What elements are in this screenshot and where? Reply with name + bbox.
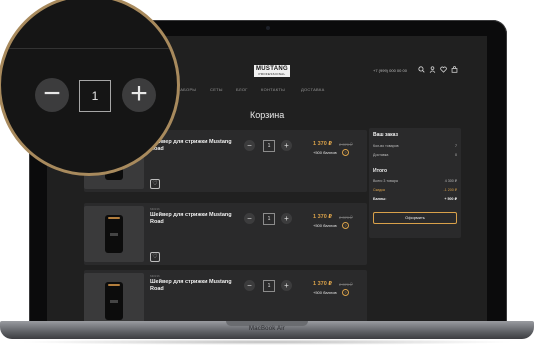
- row-label: Кол-во товаров: [373, 144, 399, 148]
- phone-number[interactable]: +7 (999) 000 00 00: [373, 68, 407, 73]
- row-value: 4 300 ₽: [444, 179, 457, 183]
- nav-item-blog[interactable]: БЛОГ: [236, 87, 248, 92]
- summary-row-count: Кол-во товаров 7: [373, 144, 457, 148]
- total-row-discount: Скидка -1 200 ₽: [373, 188, 457, 192]
- bonus-points: +500 баллов: [313, 223, 337, 228]
- quantity-stepper: − 1 +: [244, 213, 294, 225]
- row-value: -1 200 ₽: [443, 188, 457, 192]
- laptop-shadow: [18, 339, 516, 345]
- divider: [1, 48, 177, 49]
- bonus-points: +500 баллов: [313, 150, 337, 155]
- page-title: Корзина: [250, 110, 285, 120]
- old-price: 2 370 ₽: [339, 215, 353, 220]
- product-name[interactable]: Шейвер для стрижки Mustang Road: [150, 212, 240, 226]
- bag-icon[interactable]: [451, 66, 458, 73]
- nav-item-contacts[interactable]: КОНТАКТЫ: [261, 87, 285, 92]
- minus-button[interactable]: −: [35, 78, 69, 112]
- info-icon[interactable]: ?: [342, 222, 349, 229]
- total-row-bonus: Баллы: + 500 ₽: [373, 197, 457, 201]
- heart-icon[interactable]: [440, 66, 447, 73]
- nav-item-delivery[interactable]: ДОСТАВКА: [301, 87, 325, 92]
- product-code: MR236: [150, 274, 160, 278]
- minus-button[interactable]: −: [244, 213, 255, 224]
- summary-row-delivery: Доставка 0: [373, 153, 457, 157]
- magnifier: − 1 +: [0, 0, 180, 176]
- row-value: 7: [455, 144, 457, 148]
- total-row-subtotal: Всего 3 товара 4 300 ₽: [373, 179, 457, 183]
- row-label: Всего 3 товара: [373, 179, 398, 183]
- checkout-button[interactable]: Оформить: [373, 212, 457, 224]
- row-label: Доставка: [373, 153, 389, 157]
- total-heading: Итого: [373, 168, 388, 174]
- logo-subtext: PROFESSIONAL: [258, 72, 286, 76]
- summary-heading: Ваш заказ: [373, 132, 398, 138]
- device-brand: MacBook Air: [249, 326, 285, 332]
- logo[interactable]: MUSTANG PROFESSIONAL: [254, 65, 290, 77]
- heart-icon[interactable]: ♡: [150, 179, 160, 189]
- heart-icon[interactable]: ♡: [150, 252, 160, 262]
- minus-button[interactable]: −: [244, 140, 255, 151]
- plus-button[interactable]: +: [122, 78, 156, 112]
- product-name[interactable]: Шейвер для стрижки Mustang Road: [150, 279, 240, 293]
- quantity-stepper: − 1 +: [244, 140, 294, 152]
- row-value: + 500 ₽: [444, 197, 457, 201]
- bonus-points: +500 баллов: [313, 290, 337, 295]
- row-value: 0: [455, 153, 457, 157]
- product-code: MR236: [150, 207, 160, 211]
- info-icon[interactable]: ?: [342, 289, 349, 296]
- minus-button[interactable]: −: [244, 280, 255, 291]
- quantity-value[interactable]: 1: [263, 140, 275, 152]
- search-icon[interactable]: [418, 66, 425, 73]
- quantity-value[interactable]: 1: [79, 80, 111, 112]
- plus-button[interactable]: +: [281, 213, 292, 224]
- product-image[interactable]: [84, 206, 144, 262]
- cart-item: MR236 Шейвер для стрижки Mustang Road ♡ …: [84, 203, 367, 265]
- shaver-image: [105, 282, 123, 320]
- camera: [266, 26, 270, 30]
- price: 1 370 ₽: [313, 281, 333, 287]
- order-summary: Ваш заказ Кол-во товаров 7 Доставка 0 Ит…: [369, 128, 461, 238]
- quantity-stepper: − 1 +: [244, 280, 294, 292]
- price: 1 370 ₽: [313, 141, 333, 147]
- old-price: 2 370 ₽: [339, 142, 353, 147]
- plus-button[interactable]: +: [281, 280, 292, 291]
- nav-item-sety[interactable]: СЕТЫ: [210, 87, 223, 92]
- shaver-image: [105, 215, 123, 253]
- product-name[interactable]: Шейвер для стрижки Mustang Road: [150, 139, 240, 153]
- price: 1 370 ₽: [313, 214, 333, 220]
- quantity-value[interactable]: 1: [263, 213, 275, 225]
- old-price: 2 370 ₽: [339, 282, 353, 287]
- quantity-value[interactable]: 1: [263, 280, 275, 292]
- user-icon[interactable]: [429, 66, 436, 73]
- row-label: Скидка: [373, 188, 385, 192]
- plus-button[interactable]: +: [281, 140, 292, 151]
- info-icon[interactable]: ?: [342, 149, 349, 156]
- row-label: Баллы:: [373, 197, 387, 201]
- product-image[interactable]: [84, 273, 144, 322]
- cart-item: MR236 Шейвер для стрижки Mustang Road − …: [84, 270, 367, 322]
